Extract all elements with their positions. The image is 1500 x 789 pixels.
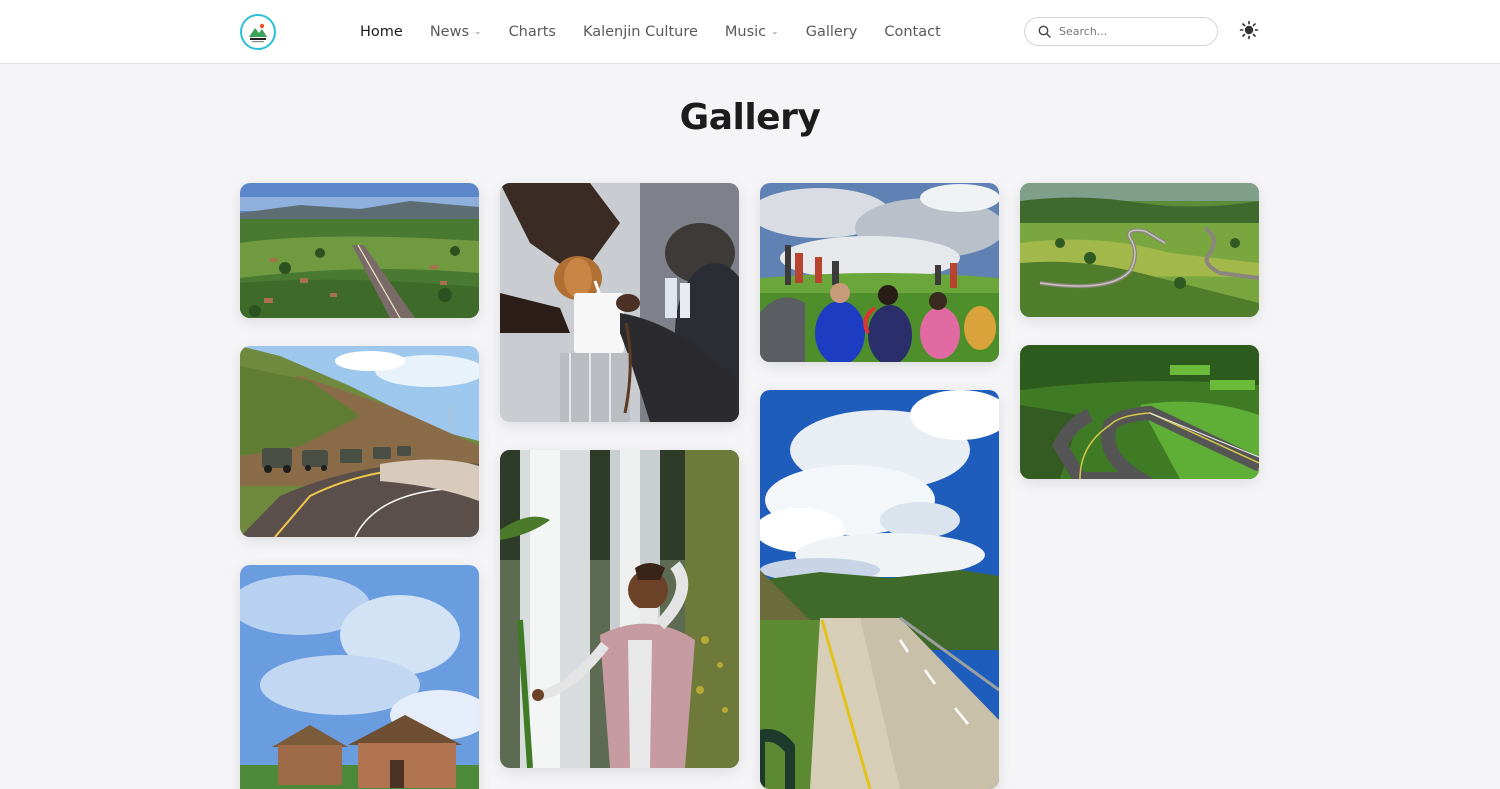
nav-item-label: Gallery [805,23,858,40]
nav-item-gallery[interactable]: Gallery [806,24,858,40]
search-icon [1038,25,1051,38]
nav-item-label: Contact [884,23,941,40]
nav-item-label: Kalenjin Culture [582,23,698,40]
aerial-road-village-photo[interactable] [240,183,479,318]
pouring-milk-gourd-photo[interactable] [500,183,739,422]
nav-item-music[interactable]: Music ⌄ [725,24,779,40]
nav-item-kalenjin-culture[interactable]: Kalenjin Culture [583,24,698,40]
people-seated-hillside-photo[interactable] [760,183,999,362]
nav-item-contact[interactable]: Contact [884,24,940,40]
navbar: Home News ⌄ Charts Kalenjin Culture Musi… [0,0,1500,64]
winding-valley-road-photo[interactable] [1020,183,1259,317]
nav-item-charts[interactable]: Charts [509,24,556,40]
woman-at-waterfall-photo[interactable] [500,450,739,768]
main-nav: Home News ⌄ Charts Kalenjin Culture Musi… [360,0,968,63]
nav-item-label: News [429,23,470,40]
nav-item-label: Home [360,23,403,40]
nav-item-home[interactable]: Home [360,24,403,40]
nav-item-label: Charts [508,23,556,40]
search-input[interactable] [1059,25,1199,38]
theme-toggle-button[interactable] [1239,20,1259,40]
clouds-over-highway-photo[interactable] [760,390,999,789]
convoy-on-hill-road-photo[interactable] [240,346,479,537]
nav-item-news[interactable]: News ⌄ [430,24,482,40]
chevron-down-icon: ⌄ [771,26,779,37]
thatched-huts-sky-photo[interactable] [240,565,479,789]
chevron-down-icon: ⌄ [474,26,482,37]
sun-icon [1239,20,1259,40]
nav-item-label: Music [724,23,767,40]
site-logo[interactable] [240,14,276,50]
page-title: Gallery [679,97,821,138]
search-box [1024,17,1218,46]
logo-mark-icon [249,23,267,43]
green-escarpment-road-photo[interactable] [1020,345,1259,479]
